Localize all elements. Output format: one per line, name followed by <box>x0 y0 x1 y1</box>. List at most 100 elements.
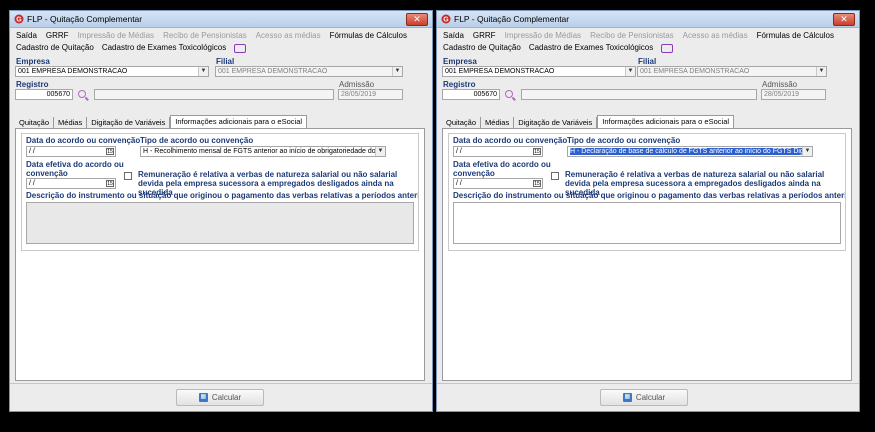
empresa-combo[interactable]: 001 EMPRESA DEMONSTRACAO ▼ <box>442 66 636 77</box>
chevron-down-icon[interactable]: ▼ <box>198 67 208 76</box>
registro-label: Registro <box>443 80 476 89</box>
menu-formulas-calculos[interactable]: Fórmulas de Cálculos <box>757 31 834 40</box>
screenshot-frame: G FLP - Quitação Complementar ✕ Saída GR… <box>0 0 875 432</box>
tipo-acordo-value: H - Recolhimento mensal de FGTS anterior… <box>143 148 386 155</box>
menu-impressao-medias: Impressão de Médias <box>504 30 582 40</box>
close-button[interactable]: ✕ <box>833 13 855 26</box>
admissao-value: 28/05/2019 <box>341 91 377 98</box>
menu-saida[interactable]: Saída <box>16 31 37 40</box>
filial-combo[interactable]: 001 EMPRESA DEMONSTRACAO ▼ <box>215 66 403 77</box>
calendar-icon[interactable]: 15 <box>106 148 114 155</box>
menu-bar: Saída GRRF Impressão de Médias Recibo de… <box>437 30 859 40</box>
menu-acesso-medias: Acesso as médias <box>682 30 748 40</box>
calcular-button: ▦ Calcular <box>600 389 688 406</box>
tab-informacoes-esocial[interactable]: Informações adicionais para o eSocial <box>597 115 735 128</box>
data-acordo-label: Data do acordo ou convenção <box>26 136 141 145</box>
calcular-label: Calcular <box>211 393 242 402</box>
search-icon[interactable] <box>505 90 513 98</box>
data-acordo-input[interactable]: / / 15 <box>453 146 543 157</box>
menu-saida[interactable]: Saída <box>443 31 464 40</box>
tab-medias[interactable]: Médias <box>54 117 88 128</box>
filial-value: 001 EMPRESA DEMONSTRACAO <box>640 68 750 75</box>
empresa-combo[interactable]: 001 EMPRESA DEMONSTRACAO ▼ <box>15 66 209 77</box>
remuneracao-checkbox[interactable] <box>124 172 132 180</box>
tab-quitacao[interactable]: Quitação <box>442 117 482 128</box>
filial-label: Filial <box>216 57 235 66</box>
menu-grrf[interactable]: GRRF <box>46 31 69 40</box>
data-efetiva-label: Data efetiva do acordo ou convenção <box>453 160 551 178</box>
app-logo-icon: G <box>14 14 24 24</box>
menu-cadastro-quitacao[interactable]: Cadastro de Quitação <box>16 43 94 52</box>
window-title: FLP - Quitação Complementar <box>454 14 570 24</box>
menu-cadastro-quitacao[interactable]: Cadastro de Quitação <box>443 43 521 52</box>
menu-recibo-pensionistas: Recibo de Pensionistas <box>590 30 674 40</box>
close-button[interactable]: ✕ <box>406 13 428 26</box>
calendar-icon[interactable]: 15 <box>533 148 541 155</box>
menu-impressao-medias: Impressão de Médias <box>77 30 155 40</box>
menu-formulas-calculos[interactable]: Fórmulas de Cálculos <box>330 31 407 40</box>
chevron-down-icon[interactable]: ▼ <box>802 147 812 156</box>
tipo-acordo-combo[interactable]: H - Recolhimento mensal de FGTS anterior… <box>140 146 386 157</box>
admissao-field: 28/05/2019 <box>761 89 826 100</box>
data-efetiva-input[interactable]: / / 15 <box>453 178 543 189</box>
chevron-down-icon[interactable]: ▼ <box>392 67 402 76</box>
footer-divider <box>10 383 432 384</box>
empresa-value: 001 EMPRESA DEMONSTRACAO <box>445 68 555 75</box>
chevron-down-icon[interactable]: ▼ <box>816 67 826 76</box>
nome-funcionario-field <box>94 89 334 100</box>
admissao-label: Admissão <box>339 80 375 89</box>
data-acordo-input[interactable]: / / 15 <box>26 146 116 157</box>
calculator-icon: ▦ <box>198 393 208 402</box>
empresa-label: Empresa <box>443 57 477 66</box>
svg-text:G: G <box>16 17 22 24</box>
window-left: G FLP - Quitação Complementar ✕ Saída GR… <box>9 10 433 412</box>
esocial-group: Data do acordo ou convenção / / 15 Tipo … <box>21 133 419 251</box>
app-logo-icon: G <box>441 14 451 24</box>
tab-digitacao-variaveis[interactable]: Digitação de Variáveis <box>87 117 171 128</box>
admissao-label: Admissão <box>762 80 798 89</box>
registro-input[interactable]: 005670 <box>442 89 500 100</box>
empresa-value: 001 EMPRESA DEMONSTRACAO <box>18 68 128 75</box>
registro-input[interactable]: 005670 <box>15 89 73 100</box>
menu-cadastro-exames[interactable]: Cadastro de Exames Toxicológicos <box>529 43 653 52</box>
descricao-label: Descrição do instrumento ou situação que… <box>453 191 845 200</box>
empresa-label: Empresa <box>16 57 50 66</box>
filial-combo[interactable]: 001 EMPRESA DEMONSTRACAO ▼ <box>637 66 827 77</box>
title-bar: G FLP - Quitação Complementar ✕ <box>10 11 432 28</box>
descricao-textarea <box>26 202 414 244</box>
data-efetiva-value: / / <box>29 180 35 187</box>
tab-digitacao-variaveis[interactable]: Digitação de Variáveis <box>514 117 598 128</box>
calendar-icon[interactable]: 15 <box>106 180 114 187</box>
menu-grrf[interactable]: GRRF <box>473 31 496 40</box>
tipo-acordo-label: Tipo de acordo ou convenção <box>140 136 254 145</box>
descricao-label: Descrição do instrumento ou situação que… <box>26 191 418 200</box>
chevron-down-icon[interactable]: ▼ <box>375 147 385 156</box>
svg-text:G: G <box>443 17 449 24</box>
descricao-textarea[interactable] <box>453 202 841 244</box>
admissao-value: 28/05/2019 <box>764 91 800 98</box>
tab-quitacao[interactable]: Quitação <box>15 117 55 128</box>
tipo-acordo-label: Tipo de acordo ou convenção <box>567 136 681 145</box>
search-icon[interactable] <box>78 90 86 98</box>
remuneracao-checkbox[interactable] <box>551 172 559 180</box>
chat-icon[interactable] <box>234 43 247 53</box>
data-acordo-value: / / <box>456 148 462 155</box>
tab-medias[interactable]: Médias <box>481 117 515 128</box>
menu-bar-2: Cadastro de Quitação Cadastro de Exames … <box>437 41 859 53</box>
registro-value: 005670 <box>473 91 497 98</box>
data-efetiva-input[interactable]: / / 15 <box>26 178 116 189</box>
calendar-icon[interactable]: 15 <box>533 180 541 187</box>
data-acordo-value: / / <box>29 148 35 155</box>
data-efetiva-label: Data efetiva do acordo ou convenção <box>26 160 124 178</box>
chevron-down-icon[interactable]: ▼ <box>625 67 635 76</box>
chat-icon[interactable] <box>661 43 674 53</box>
tab-bar: Quitação Médias Digitação de Variáveis I… <box>15 115 308 128</box>
title-bar: G FLP - Quitação Complementar ✕ <box>437 11 859 28</box>
tab-bar: Quitação Médias Digitação de Variáveis I… <box>442 115 735 128</box>
data-efetiva-value: / / <box>456 180 462 187</box>
esocial-panel: Data do acordo ou convenção / / 15 Tipo … <box>15 128 425 381</box>
tipo-acordo-combo[interactable]: H - Declaração de base de cálculo de FGT… <box>567 146 813 157</box>
menu-cadastro-exames[interactable]: Cadastro de Exames Toxicológicos <box>102 43 226 52</box>
menu-recibo-pensionistas: Recibo de Pensionistas <box>163 30 247 40</box>
tab-informacoes-esocial[interactable]: Informações adicionais para o eSocial <box>170 115 308 128</box>
